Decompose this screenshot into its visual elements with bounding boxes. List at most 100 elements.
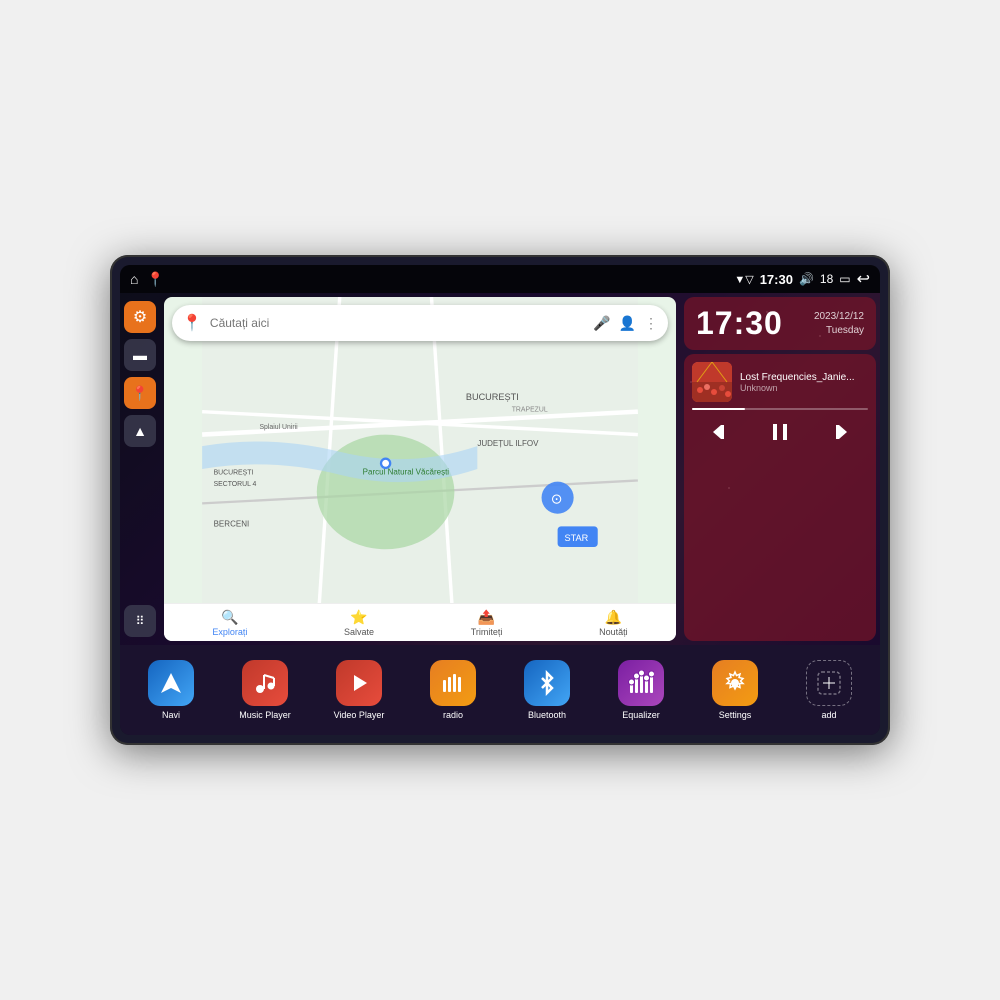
status-right-icons: ▼▽ 17:30 🔊 18 ▭ ↩ — [734, 269, 870, 289]
sidebar-settings-btn[interactable]: ⚙ — [124, 301, 156, 333]
radio-label: radio — [443, 710, 463, 720]
settings-app-icon — [712, 660, 758, 706]
sidebar-files-btn[interactable]: ▬ — [124, 339, 156, 371]
explore-label: Explorați — [212, 627, 247, 637]
explore-icon: 🔍 — [221, 609, 238, 626]
album-art — [692, 362, 732, 402]
sidebar-maps-btn[interactable]: 📍 — [124, 377, 156, 409]
music-progress-bar-container[interactable] — [692, 408, 868, 410]
battery-level: 18 — [820, 272, 833, 286]
svg-text:TRAPEZUL: TRAPEZUL — [512, 407, 548, 414]
settings-label: Settings — [719, 710, 752, 720]
app-equalizer[interactable]: Equalizer — [611, 660, 671, 720]
app-video-player[interactable]: Video Player — [329, 660, 389, 720]
battery-icon: ▭ — [839, 272, 850, 286]
clock-day: Tuesday — [814, 324, 864, 338]
app-music-player[interactable]: Music Player — [235, 660, 295, 720]
files-icon: ▬ — [133, 347, 147, 363]
clock-widget: 17:30 2023/12/12 Tuesday — [684, 297, 876, 350]
map-tab-news[interactable]: 🔔 Noutăți — [599, 609, 628, 637]
map-tab-explore[interactable]: 🔍 Explorați — [212, 609, 247, 637]
music-text: Lost Frequencies_Janie... Unknown — [740, 372, 868, 393]
news-label: Noutăți — [599, 627, 628, 637]
music-artist: Unknown — [740, 383, 868, 393]
map-container[interactable]: BUCUREȘTI JUDEȚUL ILFOV BERCENI BUCUREȘT… — [164, 297, 676, 641]
google-maps-icon: 📍 — [182, 313, 202, 333]
music-title: Lost Frequencies_Janie... — [740, 372, 868, 383]
grid-icon: ⠿ — [136, 614, 145, 628]
app-navi[interactable]: Navi — [141, 660, 201, 720]
maps-status-icon[interactable]: 📍 — [146, 271, 163, 288]
volume-icon: 🔊 — [799, 272, 814, 286]
bluetooth-label: Bluetooth — [528, 710, 566, 720]
navi-icon — [148, 660, 194, 706]
share-label: Trimiteți — [471, 627, 503, 637]
clock-time: 17:30 — [696, 305, 783, 342]
map-search-bar[interactable]: 📍 🎤 👤 ⋮ — [172, 305, 668, 341]
music-player-label: Music Player — [239, 710, 291, 720]
video-player-icon — [336, 660, 382, 706]
location-icon: 📍 — [131, 385, 148, 402]
next-track-button[interactable] — [823, 416, 855, 448]
svg-text:STAR: STAR — [564, 533, 588, 543]
svg-text:BUCUREȘTI: BUCUREȘTI — [214, 470, 254, 477]
navi-label: Navi — [162, 710, 180, 720]
wifi-icon: ▼▽ — [734, 273, 753, 286]
back-icon[interactable]: ↩ — [857, 269, 870, 289]
app-add[interactable]: add — [799, 660, 859, 720]
video-player-label: Video Player — [334, 710, 385, 720]
add-label: add — [821, 710, 836, 720]
svg-text:Parcul Natural Văcărești: Parcul Natural Văcărești — [363, 468, 450, 477]
more-icon[interactable]: ⋮ — [644, 315, 658, 332]
app-settings[interactable]: Settings — [705, 660, 765, 720]
news-icon: 🔔 — [605, 609, 622, 626]
play-pause-button[interactable] — [764, 416, 796, 448]
device-screen: ⌂ 📍 ▼▽ 17:30 🔊 18 ▭ ↩ — [120, 265, 880, 735]
map-tab-share[interactable]: 📤 Trimiteți — [471, 609, 503, 637]
left-sidebar: ⚙ ▬ 📍 ▲ ⠿ — [120, 293, 160, 645]
apps-grid: Navi Music Player — [120, 645, 880, 735]
saved-label: Salvate — [344, 627, 374, 637]
music-player-icon — [242, 660, 288, 706]
svg-text:BERCENI: BERCENI — [214, 519, 250, 528]
user-icon[interactable]: 👤 — [619, 315, 636, 332]
music-info: Lost Frequencies_Janie... Unknown — [692, 362, 868, 402]
add-icon — [806, 660, 852, 706]
map-bottom-bar: 🔍 Explorați ⭐ Salvate 📤 Trimiteți 🔔 — [164, 603, 676, 641]
sidebar-nav-btn[interactable]: ▲ — [124, 415, 156, 447]
saved-icon: ⭐ — [350, 609, 367, 626]
svg-text:⊙: ⊙ — [551, 491, 563, 506]
sidebar-grid-btn[interactable]: ⠿ — [124, 605, 156, 637]
mic-icon[interactable]: 🎤 — [593, 315, 610, 332]
equalizer-label: Equalizer — [622, 710, 660, 720]
equalizer-icon — [618, 660, 664, 706]
settings-icon: ⚙ — [133, 307, 147, 327]
center-map-area: BUCUREȘTI JUDEȚUL ILFOV BERCENI BUCUREȘT… — [160, 293, 680, 645]
svg-text:SECTORUL 4: SECTORUL 4 — [214, 481, 257, 488]
clock-date-block: 2023/12/12 Tuesday — [814, 310, 864, 338]
status-bar: ⌂ 📍 ▼▽ 17:30 🔊 18 ▭ ↩ — [120, 265, 880, 293]
status-time: 17:30 — [760, 272, 793, 287]
home-icon[interactable]: ⌂ — [130, 271, 138, 287]
map-svg: BUCUREȘTI JUDEȚUL ILFOV BERCENI BUCUREȘT… — [164, 297, 676, 641]
share-icon: 📤 — [478, 609, 495, 626]
app-radio[interactable]: radio — [423, 660, 483, 720]
clock-date: 2023/12/12 — [814, 310, 864, 324]
app-bluetooth[interactable]: Bluetooth — [517, 660, 577, 720]
svg-text:JUDEȚUL ILFOV: JUDEȚUL ILFOV — [477, 439, 539, 448]
prev-track-button[interactable] — [705, 416, 737, 448]
car-head-unit: ⌂ 📍 ▼▽ 17:30 🔊 18 ▭ ↩ — [110, 255, 890, 745]
music-progress-fill — [692, 408, 745, 410]
map-search-input[interactable] — [210, 316, 585, 330]
svg-text:Splaiul Unirii: Splaiul Unirii — [259, 424, 298, 431]
status-left-icons: ⌂ 📍 — [130, 271, 164, 288]
svg-text:BUCUREȘTI: BUCUREȘTI — [466, 392, 519, 402]
radio-icon — [430, 660, 476, 706]
music-widget: Lost Frequencies_Janie... Unknown — [684, 354, 876, 641]
right-panel: 17:30 2023/12/12 Tuesday — [680, 293, 880, 645]
map-tab-saved[interactable]: ⭐ Salvate — [344, 609, 374, 637]
music-controls — [692, 416, 868, 448]
bluetooth-icon — [524, 660, 570, 706]
main-content: ⚙ ▬ 📍 ▲ ⠿ — [120, 293, 880, 645]
nav-arrow-icon: ▲ — [133, 423, 147, 439]
